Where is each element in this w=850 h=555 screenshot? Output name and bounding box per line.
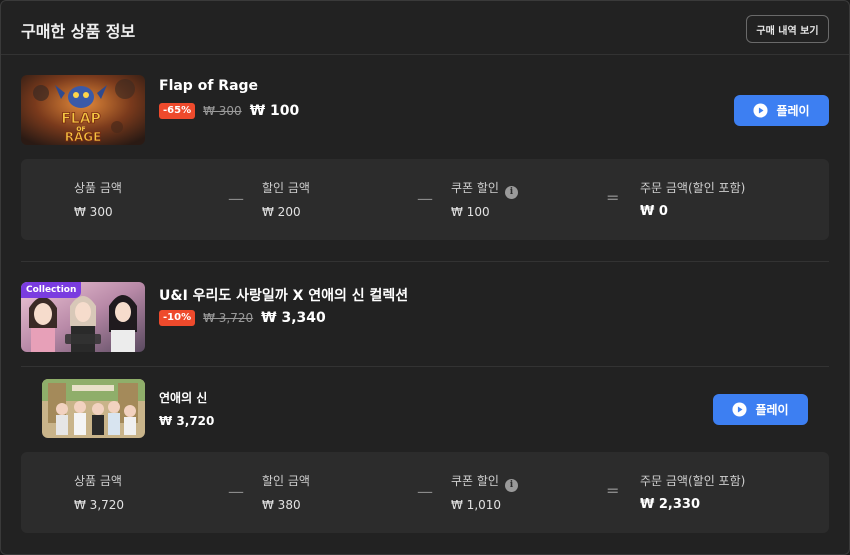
product-price-row: -10% ₩ 3,720 ₩ 3,340 — [159, 309, 326, 327]
order-amount-label: 주문 금액(할인 포함) — [640, 181, 746, 195]
discount-amount-value: ₩ 200 — [262, 205, 301, 219]
order-amount-value: ₩ 0 — [640, 204, 668, 219]
play-button[interactable]: 플레이 — [734, 95, 829, 126]
product-thumbnail-flap-of-rage[interactable]: FLAP OF RAGE — [21, 75, 145, 145]
final-price: ₩ 3,340 — [261, 310, 326, 326]
coupon-discount-value: ₩ 1,010 — [451, 498, 502, 512]
order-amount-label: 주문 금액(할인 포함) — [640, 474, 746, 488]
play-icon — [753, 103, 768, 118]
sub-item-title[interactable]: 연애의 신 — [159, 389, 207, 406]
play-button-label: 플레이 — [755, 403, 789, 417]
product-thumbnail-collection[interactable]: Collection — [21, 282, 145, 352]
panel-header: 구매한 상품 정보 구매 내역 보기 — [1, 1, 849, 55]
original-price: ₩ 300 — [203, 104, 242, 118]
equals-sign: = — [606, 188, 620, 207]
price-summary: 상품 금액 ₩ 3,720 — 할인 금액 ₩ 380 — 쿠폰 할인 i ₩ 1… — [21, 452, 829, 533]
play-icon — [732, 402, 747, 417]
minus-sign: — — [417, 482, 433, 501]
product-amount-value: ₩ 3,720 — [74, 498, 125, 512]
collection-badge: Collection — [21, 282, 82, 298]
sub-item-thumbnail[interactable] — [42, 379, 145, 438]
purchased-products-panel: 구매한 상품 정보 구매 내역 보기 FLAP OF RAGE Flap of … — [0, 0, 850, 555]
info-icon[interactable]: i — [504, 478, 518, 492]
original-price: ₩ 3,720 — [203, 311, 254, 325]
minus-sign: — — [417, 189, 433, 208]
play-button[interactable]: 플레이 — [713, 394, 808, 425]
price-summary: 상품 금액 ₩ 300 — 할인 금액 ₩ 200 — 쿠폰 할인 i ₩ 100… — [21, 159, 829, 240]
product-amount-label: 상품 금액 — [74, 474, 122, 488]
coupon-discount-label-text: 쿠폰 할인 — [451, 181, 499, 195]
minus-sign: — — [228, 482, 244, 501]
product-amount-value: ₩ 300 — [74, 205, 113, 219]
discount-amount-value: ₩ 380 — [262, 498, 301, 512]
sub-item-price: ₩ 3,720 — [159, 414, 215, 428]
product-price-row: -65% ₩ 300 ₩ 100 — [159, 102, 299, 120]
product-title[interactable]: U&I 우리도 사랑일까 X 연애의 신 컬렉션 — [159, 285, 408, 305]
purchase-history-button[interactable]: 구매 내역 보기 — [746, 15, 829, 43]
panel-title: 구매한 상품 정보 — [21, 22, 136, 41]
discount-amount-label: 할인 금액 — [262, 181, 310, 195]
coupon-discount-label: 쿠폰 할인 i — [451, 179, 518, 199]
coupon-discount-label: 쿠폰 할인 i — [451, 472, 518, 492]
play-button-label: 플레이 — [776, 104, 810, 118]
section-divider — [21, 366, 829, 367]
svg-text:FLAP: FLAP — [61, 111, 101, 127]
discount-amount-label: 할인 금액 — [262, 474, 310, 488]
coupon-discount-value: ₩ 100 — [451, 205, 490, 219]
product-title[interactable]: Flap of Rage — [159, 78, 258, 94]
product-amount-label: 상품 금액 — [74, 181, 122, 195]
order-amount-value: ₩ 2,330 — [640, 497, 700, 512]
equals-sign: = — [606, 481, 620, 500]
info-icon[interactable]: i — [504, 185, 518, 199]
minus-sign: — — [228, 189, 244, 208]
final-price: ₩ 100 — [249, 103, 300, 119]
svg-text:RAGE: RAGE — [65, 130, 102, 144]
section-divider — [21, 261, 829, 262]
coupon-discount-label-text: 쿠폰 할인 — [451, 474, 499, 488]
discount-badge: -10% — [159, 310, 196, 326]
discount-badge: -65% — [159, 103, 196, 119]
